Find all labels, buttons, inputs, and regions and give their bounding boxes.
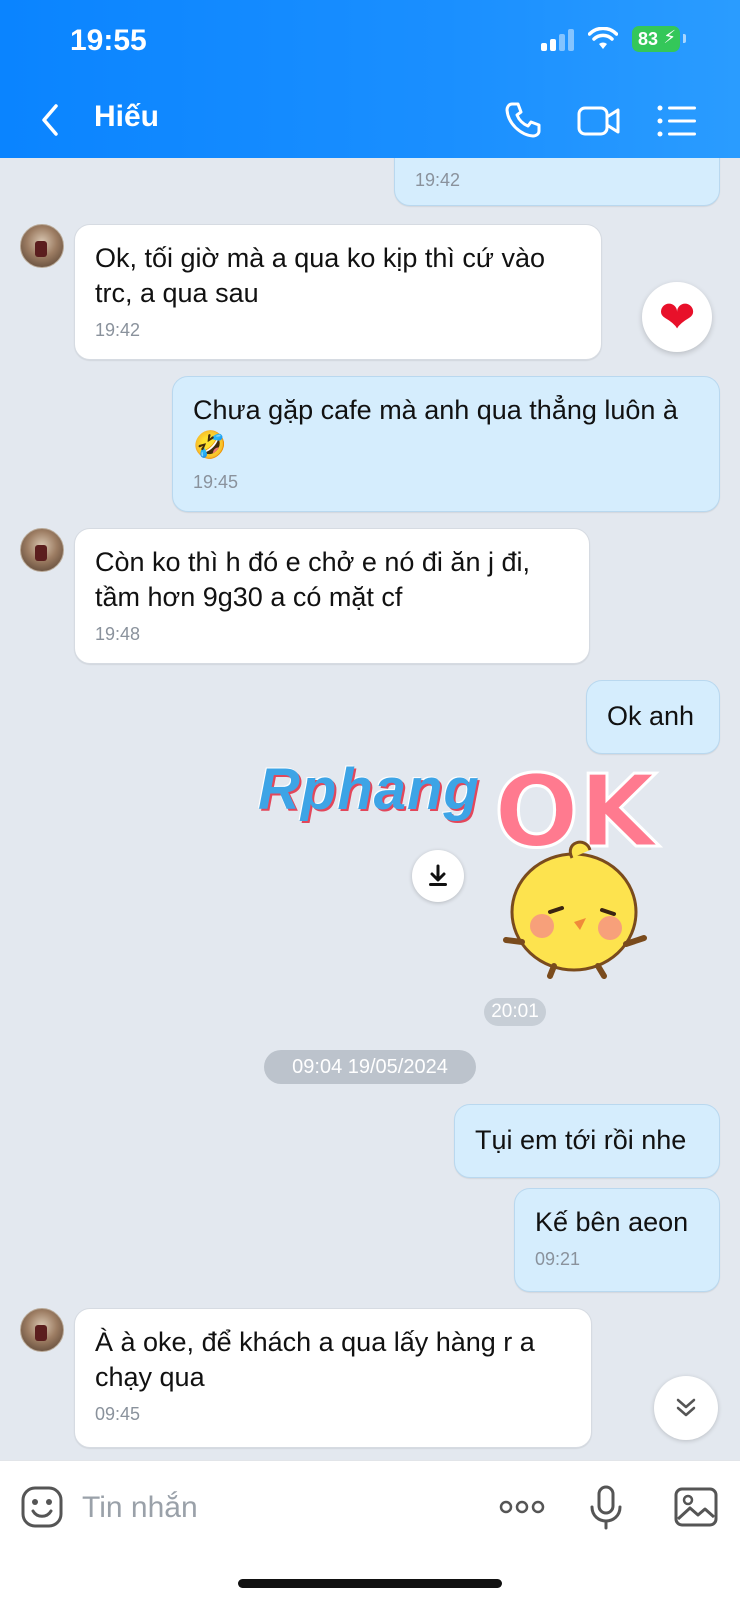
menu-list-icon[interactable]	[654, 98, 700, 144]
message-text: Còn ko thì h đó e chở e nó đi ăn j đi, t…	[95, 547, 538, 612]
message-time: 09:45	[95, 1404, 141, 1424]
download-button[interactable]	[412, 850, 464, 902]
message-composer	[0, 1460, 740, 1601]
microphone-icon[interactable]	[582, 1483, 630, 1531]
message-bubble-outgoing[interactable]: Ok anh	[586, 680, 720, 754]
message-bubble-incoming[interactable]: Ok, tối giờ mà a qua ko kịp thì cứ vào t…	[74, 224, 602, 360]
cellular-signal-icon	[541, 27, 574, 51]
message-text: Ok anh	[607, 701, 695, 731]
more-options-icon[interactable]	[498, 1483, 546, 1531]
home-indicator	[238, 1579, 502, 1588]
message-time: 19:45	[193, 472, 239, 492]
heart-reaction-icon[interactable]: ❤	[642, 282, 712, 352]
scroll-to-bottom-button[interactable]	[654, 1376, 718, 1440]
contact-avatar[interactable]	[20, 1308, 64, 1352]
download-icon	[429, 864, 447, 886]
image-gallery-icon[interactable]	[672, 1483, 720, 1531]
message-text: Chưa gặp cafe mà anh qua thẳng luôn à 🤣	[193, 395, 686, 460]
message-time: 19:48	[95, 624, 141, 644]
emoji-icon[interactable]	[18, 1483, 66, 1531]
date-divider: 09:04 19/05/2024	[264, 1050, 476, 1084]
message-time: 09:21	[535, 1249, 581, 1269]
charging-icon: ⚡	[663, 27, 676, 47]
video-call-icon[interactable]	[576, 98, 622, 144]
message-text: À à oke, để khách a qua lấy hàng r a chạ…	[95, 1327, 543, 1392]
status-time: 19:55	[70, 24, 147, 57]
contact-avatar[interactable]	[20, 224, 64, 268]
message-list[interactable]: 19:42 Ok, tối giờ mà a qua ko kịp thì cứ…	[0, 158, 740, 1460]
watermark: Rphang	[258, 757, 480, 822]
battery-level: 83	[638, 29, 659, 49]
message-time: 19:42	[95, 320, 141, 340]
sticker-time: 20:01	[484, 998, 546, 1026]
chat-header: 19:55 83 ⚡ Hiếu	[0, 0, 740, 158]
message-bubble-incoming[interactable]: Còn ko thì h đó e chở e nó đi ăn j đi, t…	[74, 528, 590, 664]
back-arrow-icon[interactable]	[36, 100, 66, 140]
status-icons: 83 ⚡	[541, 26, 686, 52]
message-input[interactable]	[80, 1487, 464, 1529]
message-bubble-outgoing[interactable]: Tụi em tới rồi nhe	[454, 1104, 720, 1178]
contact-avatar[interactable]	[20, 528, 64, 572]
ok-chick-sticker[interactable]: OK	[494, 762, 716, 980]
phone-call-icon[interactable]	[500, 98, 546, 144]
message-bubble-outgoing[interactable]: Chưa gặp cafe mà anh qua thẳng luôn à 🤣 …	[172, 376, 720, 512]
message-text: Tụi em tới rồi nhe	[475, 1125, 687, 1155]
message-bubble-incoming[interactable]: À à oke, để khách a qua lấy hàng r a chạ…	[74, 1308, 592, 1448]
message-bubble-outgoing[interactable]: Kế bên aeon 09:21	[514, 1188, 720, 1292]
message-bubble-outgoing[interactable]: 19:42	[394, 158, 720, 206]
double-chevron-down-icon	[676, 1398, 696, 1417]
contact-name[interactable]: Hiếu	[94, 100, 159, 134]
message-text: Ok, tối giờ mà a qua ko kịp thì cứ vào t…	[95, 243, 553, 308]
message-text: Kế bên aeon	[535, 1207, 689, 1237]
message-time: 19:42	[415, 170, 461, 190]
wifi-icon	[588, 27, 618, 49]
battery-indicator: 83 ⚡	[632, 26, 686, 52]
